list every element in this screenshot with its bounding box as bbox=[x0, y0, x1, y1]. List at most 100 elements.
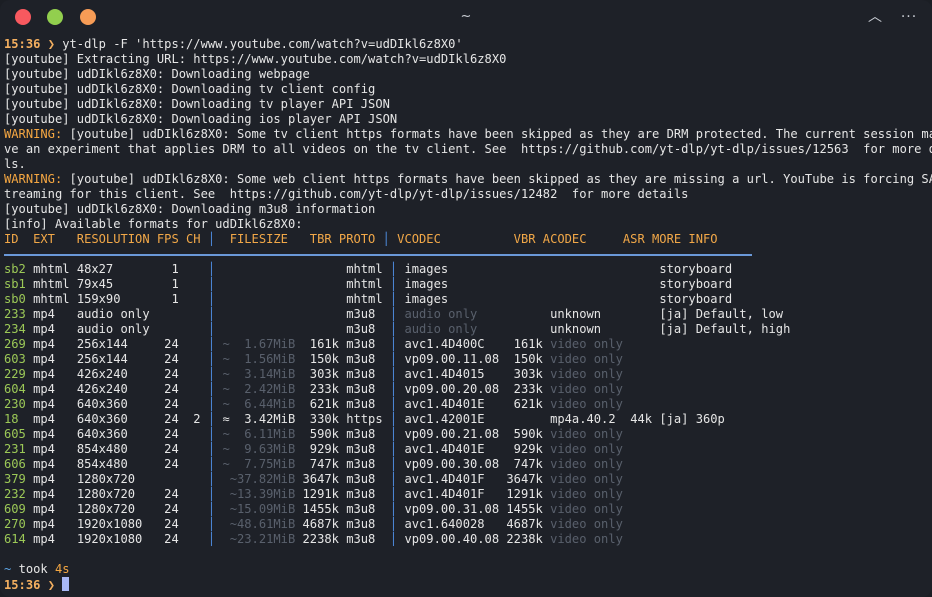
terminal-window: ~ ︿ ··· 15:36 ❯ yt-dlp -F 'https://www.y… bbox=[0, 0, 932, 597]
table-row: sb2 mhtml 48x27 1 │ mhtml │ images story… bbox=[4, 262, 928, 277]
format-tbr bbox=[303, 322, 339, 336]
format-vbr: 233k bbox=[506, 382, 543, 396]
format-ch bbox=[186, 487, 201, 501]
format-asr bbox=[630, 502, 652, 516]
format-info: [ja] Default, low bbox=[659, 307, 784, 321]
format-id: sb1 bbox=[4, 277, 34, 291]
format-ext: mhtml bbox=[33, 262, 77, 276]
window-title: ~ bbox=[460, 9, 472, 24]
format-ch bbox=[186, 442, 201, 456]
format-vbr bbox=[506, 307, 542, 321]
format-filesize: ~15.09MiB bbox=[222, 502, 296, 516]
column-separator: │ bbox=[207, 292, 216, 306]
format-ext: mp4 bbox=[33, 517, 77, 531]
format-proto: mhtml bbox=[346, 292, 383, 306]
column-separator: │ bbox=[207, 262, 216, 276]
table-row: 232 mp4 1280x720 24 │ ~13.39MiB 1291k m3… bbox=[4, 487, 928, 502]
format-asr bbox=[630, 517, 652, 531]
table-row: 603 mp4 256x144 24 │ ~ 1.56MiB 150k m3u8… bbox=[4, 352, 928, 367]
table-row: 18 mp4 640x360 24 2 │ ≈ 3.42MiB 330k htt… bbox=[4, 412, 928, 427]
format-ext: mp4 bbox=[33, 502, 77, 516]
format-filesize: ~37.82MiB bbox=[222, 472, 296, 486]
format-id: 269 bbox=[4, 337, 34, 351]
column-separator: │ bbox=[389, 412, 398, 426]
format-vcodec: avc1.4D401E bbox=[404, 442, 500, 456]
prompt-arrow: ❯ bbox=[47, 578, 55, 592]
format-resolution: 159x90 bbox=[76, 292, 150, 306]
format-tbr: 747k bbox=[302, 457, 339, 471]
format-resolution: audio only bbox=[76, 307, 150, 321]
format-tbr bbox=[303, 262, 339, 276]
column-separator: │ bbox=[207, 367, 216, 381]
column-separator: │ bbox=[389, 427, 398, 441]
format-resolution: 79x45 bbox=[76, 277, 150, 291]
format-acodec: unknown bbox=[550, 307, 623, 321]
format-fps bbox=[157, 472, 179, 486]
format-tbr bbox=[303, 292, 339, 306]
prompt-line[interactable]: 15:36 ❯ bbox=[4, 577, 928, 592]
column-separator: │ bbox=[389, 352, 398, 366]
warning-line: WARNING: [youtube] udDIkl6z8X0: Some tv … bbox=[4, 127, 932, 141]
format-vbr bbox=[506, 277, 542, 291]
format-vcodec: vp09.00.20.08 bbox=[404, 382, 500, 396]
format-ext: mp4 bbox=[33, 352, 77, 366]
format-vcodec: avc1.4D401E bbox=[404, 397, 500, 411]
terminal-output[interactable]: 15:36 ❯ yt-dlp -F 'https://www.youtube.c… bbox=[4, 37, 932, 597]
format-vcodec: avc1.4D400C bbox=[404, 337, 500, 351]
format-proto: mhtml bbox=[346, 277, 383, 291]
column-separator: │ bbox=[207, 337, 216, 351]
format-fps: 24 bbox=[156, 427, 179, 441]
format-tbr: 303k bbox=[302, 367, 339, 381]
format-vcodec: images bbox=[404, 277, 500, 291]
format-tbr: 161k bbox=[302, 337, 339, 351]
format-asr bbox=[630, 352, 652, 366]
format-proto: m3u8 bbox=[346, 322, 383, 336]
format-id: 614 bbox=[4, 532, 34, 546]
column-separator: │ bbox=[389, 307, 398, 321]
format-vcodec: avc1.4D401F bbox=[404, 487, 500, 501]
column-separator: │ bbox=[207, 277, 216, 291]
warning-line: ve an experiment that applies DRM to all… bbox=[4, 142, 932, 156]
warning-label: WARNING: bbox=[4, 172, 63, 186]
format-vbr: 150k bbox=[506, 352, 543, 366]
more-menu-icon[interactable]: ··· bbox=[898, 6, 920, 28]
format-id: 379 bbox=[4, 472, 34, 486]
chevron-up-icon[interactable]: ︿ bbox=[864, 6, 886, 28]
format-asr bbox=[630, 322, 652, 336]
format-proto: m3u8 bbox=[346, 427, 383, 441]
format-acodec: video only bbox=[550, 397, 623, 411]
format-filesize bbox=[222, 292, 295, 306]
format-ext: mp4 bbox=[33, 337, 77, 351]
format-tbr: 621k bbox=[302, 397, 339, 411]
format-acodec: video only bbox=[550, 502, 623, 516]
format-resolution: 426x240 bbox=[76, 367, 150, 381]
table-header: ID EXT RESOLUTION FPS CH │ FILESIZE TBR … bbox=[4, 232, 718, 246]
format-proto: m3u8 bbox=[346, 352, 383, 366]
format-id: 609 bbox=[4, 502, 34, 516]
format-asr bbox=[630, 427, 652, 441]
format-filesize: ~ 2.42MiB bbox=[222, 382, 296, 396]
format-id: 231 bbox=[4, 442, 34, 456]
format-vbr bbox=[506, 262, 542, 276]
format-proto: https bbox=[346, 412, 383, 426]
format-ext: mhtml bbox=[33, 277, 77, 291]
format-ext: mp4 bbox=[33, 487, 77, 501]
format-resolution: 640x360 bbox=[76, 427, 150, 441]
format-resolution: 256x144 bbox=[76, 352, 150, 366]
format-vbr: 1455k bbox=[506, 502, 543, 516]
format-vbr: 303k bbox=[506, 367, 543, 381]
format-id: 18 bbox=[4, 412, 34, 426]
format-proto: m3u8 bbox=[346, 442, 383, 456]
format-fps: 1 bbox=[156, 262, 179, 276]
column-separator: │ bbox=[207, 517, 216, 531]
format-info: storyboard bbox=[659, 292, 733, 306]
format-proto: m3u8 bbox=[346, 367, 383, 381]
format-ch bbox=[186, 427, 201, 441]
format-asr: 44k bbox=[630, 412, 653, 426]
column-separator: │ bbox=[207, 307, 216, 321]
column-separator: │ bbox=[389, 262, 398, 276]
format-filesize: ~ 6.11MiB bbox=[222, 427, 296, 441]
format-acodec: video only bbox=[550, 472, 623, 486]
table-row: 379 mp4 1280x720 │ ~37.82MiB 3647k m3u8 … bbox=[4, 472, 928, 487]
format-filesize: ~ 1.67MiB bbox=[222, 337, 296, 351]
